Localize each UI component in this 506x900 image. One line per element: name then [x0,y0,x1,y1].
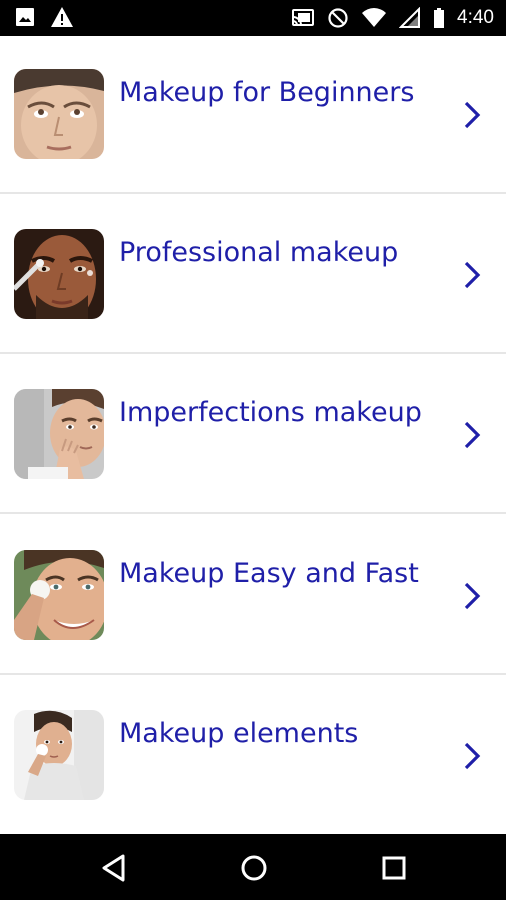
chevron-right-icon [464,421,481,449]
chevron-right-icon [464,261,481,289]
image-icon [16,8,34,26]
chevron-right-icon [464,101,481,129]
thumbnail-image [14,710,104,800]
chevron-right-icon [464,582,481,610]
thumbnail-image [14,229,104,319]
cast-icon [292,9,315,26]
back-icon[interactable] [97,851,131,885]
status-bar: 4:40 [0,0,506,36]
do-not-disturb-icon [328,8,348,28]
thumbnail-image [14,550,104,640]
list-item-label: Makeup elements [119,718,359,749]
wifi-icon [362,8,387,27]
list-item-label: Imperfections makeup [119,397,422,428]
list-item[interactable]: Makeup elements [0,677,506,835]
signal-icon [399,7,421,28]
chevron-right-icon [464,742,481,770]
list-item[interactable]: Makeup for Beginners [0,36,506,194]
home-icon[interactable] [237,851,271,885]
battery-icon [434,8,445,28]
list-item[interactable]: Makeup Easy and Fast [0,517,506,675]
status-time: 4:40 [457,7,494,28]
warning-icon [51,7,73,27]
recents-icon[interactable] [377,851,411,885]
menu-list: Makeup for Beginners Professional makeup… [0,36,506,834]
list-item-label: Professional makeup [119,237,399,268]
list-item[interactable]: Professional makeup [0,196,506,354]
list-item-label: Makeup Easy and Fast [119,558,419,589]
list-item-label: Makeup for Beginners [119,77,415,108]
thumbnail-image [14,69,104,159]
thumbnail-image [14,389,104,479]
navigation-bar [0,834,506,900]
list-item[interactable]: Imperfections makeup [0,356,506,514]
